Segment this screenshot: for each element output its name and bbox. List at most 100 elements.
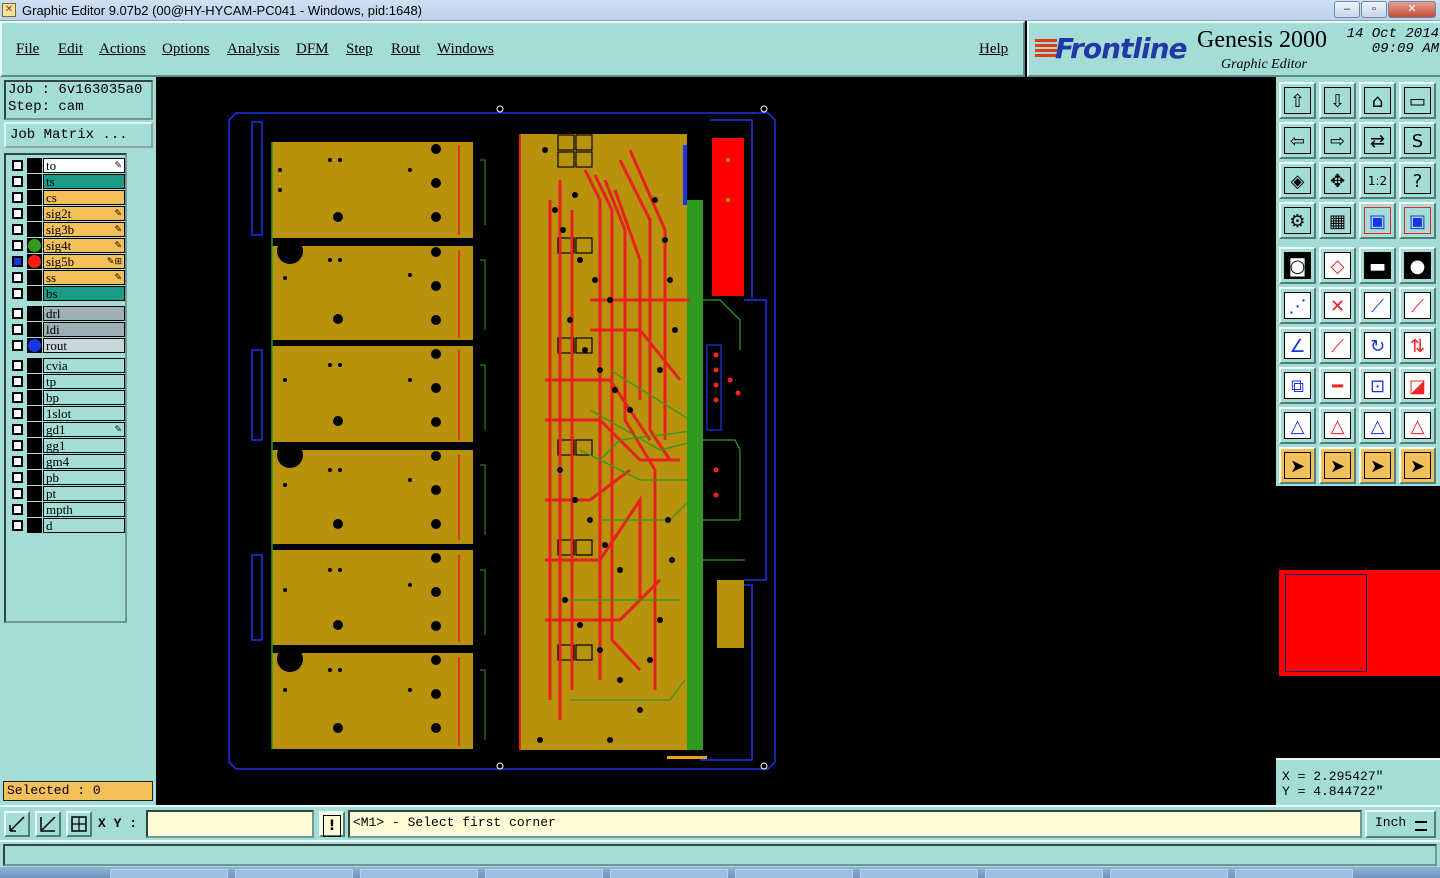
layer-checkbox[interactable]: [12, 208, 23, 219]
layer-row-drl[interactable]: drl: [8, 306, 125, 321]
job-matrix-button[interactable]: Job Matrix ...: [4, 122, 153, 148]
menu-windows[interactable]: Windows: [437, 41, 494, 58]
layer-row-gd1[interactable]: gd1 ✎: [8, 422, 125, 437]
layer-checkbox[interactable]: [12, 176, 23, 187]
layer-checkbox[interactable]: [12, 192, 23, 203]
layer-row-ts[interactable]: ts: [8, 174, 125, 189]
mini-map[interactable]: [1276, 486, 1440, 758]
window-button[interactable]: ▭: [1399, 82, 1436, 119]
layer-checkbox[interactable]: [12, 504, 23, 515]
layer-checkbox[interactable]: [12, 240, 23, 251]
menu-dfm[interactable]: DFM: [296, 41, 329, 58]
layer-color-cell[interactable]: [27, 422, 42, 437]
menu-analysis[interactable]: Analysis: [227, 41, 280, 58]
layer-name[interactable]: rout: [43, 338, 125, 353]
layer-row-sig5b[interactable]: sig5b ✎⊞: [8, 254, 125, 269]
pointer-path-button[interactable]: ➤: [1399, 447, 1436, 484]
home-view-button[interactable]: ⌂: [1359, 82, 1396, 119]
minimize-button[interactable]: –: [1334, 1, 1360, 18]
layer-row-sig3b[interactable]: sig3b ✎: [8, 222, 125, 237]
snake-button[interactable]: S: [1399, 122, 1436, 159]
layer-checkbox[interactable]: [12, 472, 23, 483]
maximize-button[interactable]: ▫: [1361, 1, 1387, 18]
layer-name[interactable]: bs: [43, 286, 125, 301]
layer-checkbox[interactable]: [12, 488, 23, 499]
layer-color-cell[interactable]: [27, 306, 42, 321]
graphic-canvas[interactable]: [156, 77, 1276, 805]
layer-name[interactable]: gm4: [43, 454, 125, 469]
zoom-in-button[interactable]: ◈: [1279, 162, 1316, 199]
dot-button[interactable]: ●: [1399, 247, 1436, 284]
menu-file[interactable]: File: [16, 41, 39, 58]
layer-checkbox[interactable]: [12, 340, 23, 351]
layer-name[interactable]: bp: [43, 390, 125, 405]
zoom-out-button[interactable]: ✥: [1319, 162, 1356, 199]
layer-color-cell[interactable]: [27, 470, 42, 485]
alert-button[interactable]: !: [319, 811, 345, 837]
snap-corner-icon[interactable]: [4, 811, 30, 837]
menu-edit[interactable]: Edit: [58, 41, 83, 58]
mini-map-viewport[interactable]: [1285, 574, 1367, 672]
layer-row-sig2t[interactable]: sig2t ✎: [8, 206, 125, 221]
layer-row-to[interactable]: to ✎: [8, 158, 125, 173]
layer-checkbox[interactable]: [12, 308, 23, 319]
nodes-button[interactable]: ⋰: [1279, 287, 1316, 324]
layer-name[interactable]: tp: [43, 374, 125, 389]
pad-button[interactable]: ◙: [1279, 247, 1316, 284]
menu-step[interactable]: Step: [346, 41, 373, 58]
cross-button[interactable]: ✕: [1319, 287, 1356, 324]
layer-color-cell[interactable]: [27, 174, 42, 189]
layer-name[interactable]: d: [43, 518, 125, 533]
layer-row-bs[interactable]: bs: [8, 286, 125, 301]
layer-color-cell[interactable]: [27, 374, 42, 389]
layer-name[interactable]: cvia: [43, 358, 125, 373]
snap-grid-icon[interactable]: [66, 811, 92, 837]
layer-color-cell[interactable]: [27, 222, 42, 237]
layer-checkbox[interactable]: [12, 256, 23, 267]
layer-checkbox[interactable]: [12, 376, 23, 387]
layer-name[interactable]: drl: [43, 306, 125, 321]
copy-button[interactable]: ⧉: [1279, 367, 1316, 404]
layer-color-cell[interactable]: [27, 454, 42, 469]
layer-checkbox[interactable]: [12, 160, 23, 171]
layer-color-cell[interactable]: [27, 438, 42, 453]
layer-color-cell[interactable]: [27, 322, 42, 337]
pointer-button[interactable]: ➤: [1279, 447, 1316, 484]
layer-row-1slot[interactable]: 1slot: [8, 406, 125, 421]
layer-name[interactable]: ldi: [43, 322, 125, 337]
layer-checkbox[interactable]: [12, 224, 23, 235]
layer-color-cell[interactable]: [27, 286, 42, 301]
layer-name[interactable]: pb: [43, 470, 125, 485]
triangle1-button[interactable]: △: [1279, 407, 1316, 444]
layer-name[interactable]: 1slot: [43, 406, 125, 421]
layer-color-cell[interactable]: [27, 390, 42, 405]
triangle3-button[interactable]: △: [1359, 407, 1396, 444]
layer-name[interactable]: to ✎: [43, 158, 125, 173]
angle-button[interactable]: ∠: [1279, 327, 1316, 364]
ratio-button[interactable]: 1:2: [1359, 162, 1396, 199]
layer-name[interactable]: ts: [43, 174, 125, 189]
layer-row-tp[interactable]: tp: [8, 374, 125, 389]
layer-name[interactable]: sig2t ✎: [43, 206, 125, 221]
layer-checkbox[interactable]: [12, 440, 23, 451]
layer-color-cell[interactable]: [27, 358, 42, 373]
layer-color-cell[interactable]: [27, 190, 42, 205]
layer-row-ss[interactable]: ss ✎: [8, 270, 125, 285]
layer-color-cell[interactable]: [27, 206, 42, 221]
layer-row-gm4[interactable]: gm4: [8, 454, 125, 469]
layer-red2-button[interactable]: ▣: [1399, 202, 1436, 239]
shapes-button[interactable]: ◪: [1399, 367, 1436, 404]
grid-button[interactable]: ▦: [1319, 202, 1356, 239]
layer-row-sig4t[interactable]: sig4t ✎: [8, 238, 125, 253]
layer-checkbox[interactable]: [12, 408, 23, 419]
layer-row-pt[interactable]: pt: [8, 486, 125, 501]
layer-checkbox[interactable]: [12, 288, 23, 299]
layer-name[interactable]: gg1: [43, 438, 125, 453]
layer-name[interactable]: mpth: [43, 502, 125, 517]
layer-red-button[interactable]: ▣: [1359, 202, 1396, 239]
diagonal-button[interactable]: ⟋: [1319, 327, 1356, 364]
flip-button[interactable]: ⇅: [1399, 327, 1436, 364]
ruler-button[interactable]: ▬: [1359, 247, 1396, 284]
layer-checkbox[interactable]: [12, 424, 23, 435]
line-blue-button[interactable]: ⟋: [1399, 287, 1436, 324]
